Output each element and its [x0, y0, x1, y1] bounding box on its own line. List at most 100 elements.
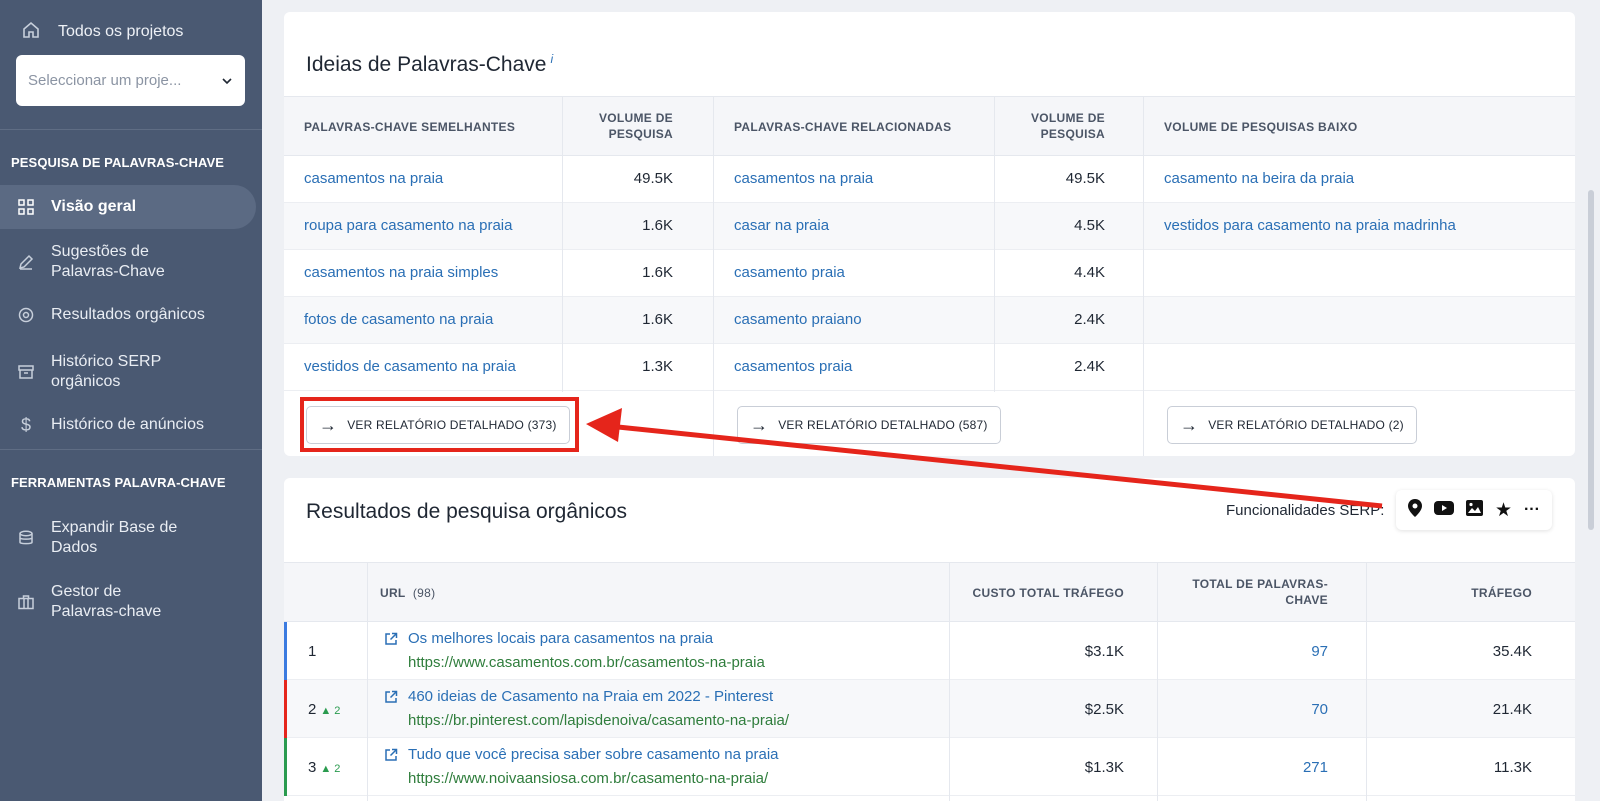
column-divider [562, 96, 563, 392]
sidebar-item-ads-history[interactable]: $ Histórico de anúncios [0, 405, 256, 445]
sidebar-item-organic-results[interactable]: Resultados orgânicos [0, 295, 256, 335]
volume-value: 4.4K [1074, 264, 1105, 281]
sidebar-section-tools: FERRAMENTAS PALAVRA-CHAVE [11, 475, 226, 490]
sidebar-divider [0, 129, 262, 130]
column-divider [1157, 562, 1158, 801]
arrow-right-icon: → [1180, 414, 1199, 435]
table-row: 1 Os melhores locais para casamentos na … [284, 622, 1575, 680]
col-header-volume: VOLUME DE PESQUISA [598, 111, 673, 141]
sidebar-item-label: Histórico de anúncios [51, 416, 204, 433]
position-indicator [284, 738, 287, 796]
star-icon[interactable]: ★ [1495, 499, 1512, 522]
organic-results-title: Resultados de pesquisa orgânicos [306, 500, 628, 523]
view-report-low-volume-button[interactable]: → VER RELATÓRIO DETALHADO (2) [1167, 406, 1417, 444]
keyword-ideas-title-text: Ideias de Palavras-Chave [306, 53, 547, 76]
table-row: fotos de casamento na praia 1.6K casamen… [284, 297, 1575, 344]
keywords-count-link[interactable]: 70 [1134, 701, 1328, 718]
keyword-link[interactable]: casamentos na praia [734, 170, 873, 187]
col-header-traffic: TRÁFEGO [1471, 586, 1532, 600]
column-divider [994, 96, 995, 392]
traffic-value: 11.3K [1493, 759, 1532, 776]
volume-value: 1.6K [642, 217, 673, 234]
volume-value: 2.4K [1074, 358, 1105, 375]
sidebar-item-overview[interactable]: Visão geral [0, 185, 256, 229]
volume-value: 1.6K [642, 264, 673, 281]
result-title-link[interactable]: Os melhores locais para casamentos na pr… [408, 630, 713, 647]
result-url[interactable]: https://www.casamentos.com.br/casamentos… [408, 654, 765, 671]
all-projects-label: Todos os projetos [58, 23, 184, 40]
sidebar-item-keyword-manager[interactable]: Gestor de Palavras-chave [0, 580, 256, 624]
column-divider [1366, 562, 1367, 801]
keyword-link[interactable]: casar na praia [734, 217, 829, 234]
keyword-ideas-title: Ideias de Palavras-Chave i [306, 52, 553, 77]
chevron-down-icon [221, 72, 233, 89]
volume-value: 4.5K [1074, 217, 1105, 234]
serp-features-label: Funcionalidades SERP: [1226, 502, 1385, 519]
keyword-link[interactable]: casamentos praia [734, 358, 852, 375]
target-icon [16, 305, 36, 325]
result-url[interactable]: https://br.pinterest.com/lapisdenoiva/ca… [408, 712, 789, 729]
traffic-value: 35.4K [1492, 643, 1532, 660]
traffic-cost-value: $3.1K [1084, 643, 1124, 660]
button-label: VER RELATÓRIO DETALHADO (587) [778, 418, 988, 432]
image-icon[interactable] [1465, 500, 1483, 520]
volume-value: 49.5K [633, 170, 673, 187]
keyword-link[interactable]: casamentos na praia [304, 170, 443, 187]
col-header-keywords: TOTAL DE PALAVRAS-CHAVE [1192, 577, 1328, 607]
table-row: roupa para casamento na praia 1.6K casar… [284, 203, 1575, 250]
table-row: 3 ▲ 2 Tudo que você precisa saber sobre c… [284, 738, 1575, 796]
position-indicator [284, 680, 287, 738]
col-header-cost: CUSTO TOTAL TRÁFEGO [972, 586, 1124, 600]
button-label: VER RELATÓRIO DETALHADO (2) [1208, 418, 1404, 432]
column-divider [367, 562, 368, 801]
serp-features-toolbar: ★ ··· [1396, 490, 1552, 530]
keyword-link[interactable]: roupa para casamento na praia [304, 217, 512, 234]
organic-results-header: URL (98) CUSTO TOTAL TRÁFEGO TOTAL DE PA… [284, 562, 1575, 622]
position-value: 3 ▲ 2 [308, 759, 341, 776]
volume-value: 2.4K [1074, 311, 1105, 328]
keyword-link[interactable]: casamento praia [734, 264, 845, 281]
keywords-count-link[interactable]: 97 [1134, 643, 1328, 660]
external-link-icon[interactable] [384, 632, 398, 649]
external-link-icon[interactable] [384, 690, 398, 707]
youtube-icon[interactable] [1433, 501, 1454, 519]
col-header-low-volume: VOLUME DE PESQUISAS BAIXO [1164, 120, 1358, 134]
col-header-similar: PALAVRAS-CHAVE SEMELHANTES [304, 120, 516, 134]
scrollbar-thumb[interactable] [1588, 190, 1594, 530]
sidebar-divider [0, 449, 262, 450]
sidebar-item-label: Sugestões de Palavras-Chave [51, 243, 165, 280]
result-title-link[interactable]: Tudo que você precisa saber sobre casame… [408, 746, 779, 763]
keyword-link[interactable]: vestidos para casamento na praia madrinh… [1164, 217, 1456, 234]
database-icon [16, 528, 36, 548]
volume-value: 1.3K [642, 358, 673, 375]
sidebar-item-serp-history[interactable]: Histórico SERP orgânicos [0, 350, 256, 394]
info-icon[interactable]: i [550, 52, 553, 66]
position-indicator [284, 622, 287, 680]
sidebar: Todos os projetos Seleccionar um proje..… [0, 0, 262, 801]
view-report-related-button[interactable]: → VER RELATÓRIO DETALHADO (587) [737, 406, 1001, 444]
keyword-link[interactable]: vestidos de casamento na praia [304, 358, 516, 375]
sidebar-item-label: Resultados orgânicos [51, 306, 205, 323]
result-url[interactable]: https://www.noivaansiosa.com.br/casament… [408, 770, 768, 787]
sidebar-item-suggestions[interactable]: Sugestões de Palavras-Chave [0, 240, 256, 284]
keyword-link[interactable]: casamento praiano [734, 311, 862, 328]
result-title-link[interactable]: 460 ideias de Casamento na Praia em 2022… [408, 688, 773, 705]
keyword-ideas-card: Ideias de Palavras-Chave i PALAVRAS-CHAVE… [284, 12, 1575, 456]
traffic-cost-value: $1.3K [1084, 759, 1124, 776]
keyword-link[interactable]: casamentos na praia simples [304, 264, 498, 281]
more-icon[interactable]: ··· [1524, 501, 1540, 519]
sidebar-item-label: Histórico SERP orgânicos [51, 353, 161, 390]
sidebar-item-expand-database[interactable]: Expandir Base de Dados [0, 516, 256, 560]
map-pin-icon[interactable] [1407, 499, 1422, 521]
project-select[interactable]: Seleccionar um proje... [16, 55, 245, 106]
keyword-link[interactable]: fotos de casamento na praia [304, 311, 493, 328]
position-value: 2 ▲ 2 [308, 701, 341, 718]
all-projects-link[interactable]: Todos os projetos [22, 20, 183, 44]
table-row: vestidos de casamento na praia 1.3K casa… [284, 344, 1575, 391]
external-link-icon[interactable] [384, 748, 398, 765]
col-header-url: URL (98) [380, 585, 435, 601]
keywords-count-link[interactable]: 271 [1134, 759, 1328, 776]
keyword-link[interactable]: casamento na beira da praia [1164, 170, 1354, 187]
annotation-highlight-box [300, 397, 579, 452]
grid-icon [16, 197, 36, 217]
